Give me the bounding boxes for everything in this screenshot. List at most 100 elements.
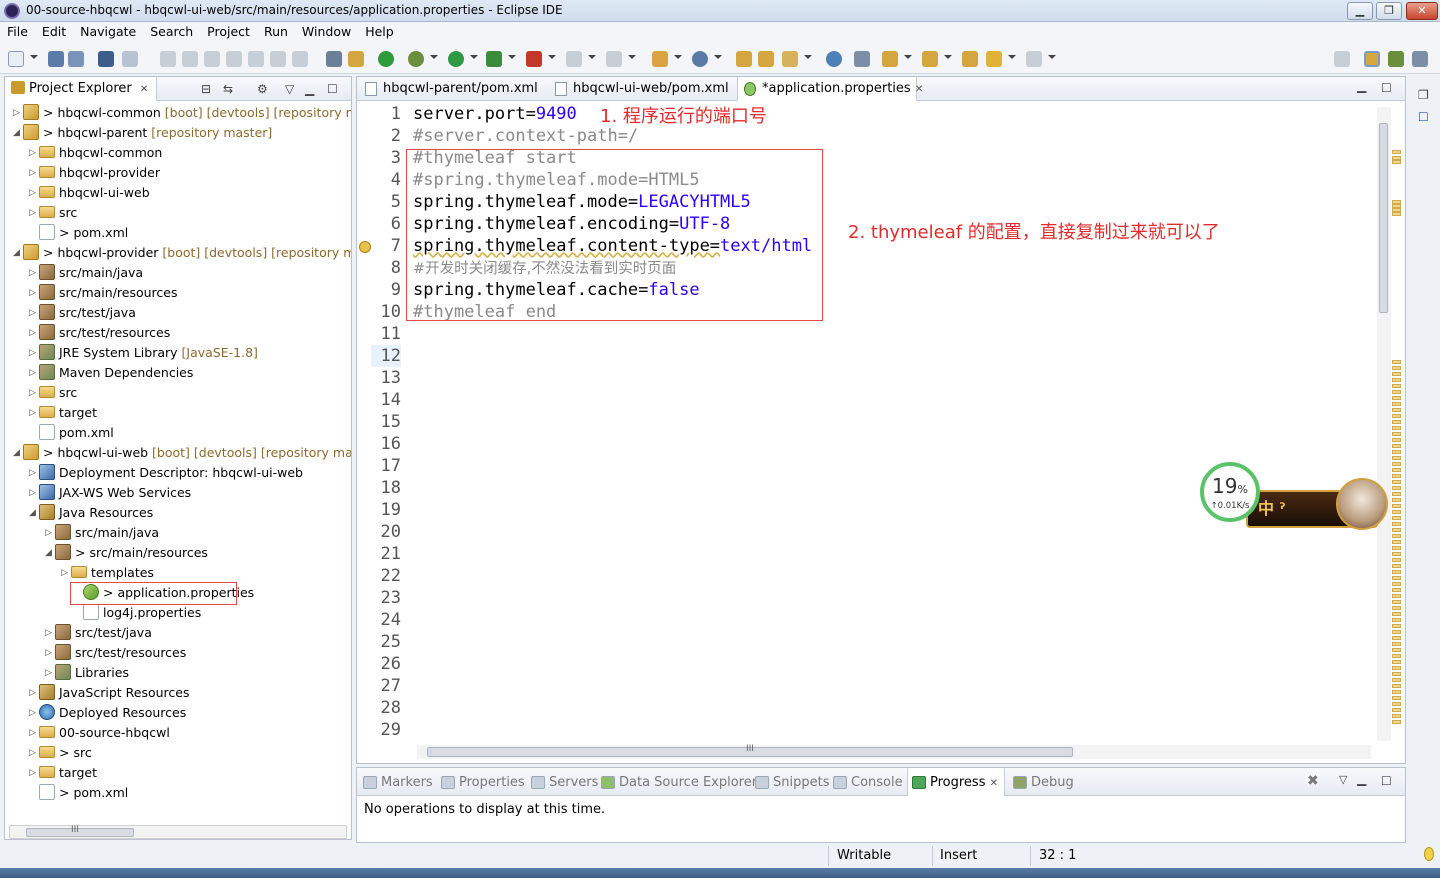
- overview-marker[interactable]: [1392, 372, 1401, 376]
- overview-marker[interactable]: [1392, 624, 1401, 628]
- expand-toggle-icon[interactable]: ▷: [45, 663, 55, 683]
- next-annotation-icon[interactable]: [882, 51, 898, 67]
- overview-marker[interactable]: [1392, 426, 1401, 430]
- expand-toggle-icon[interactable]: ▷: [45, 623, 55, 643]
- overview-marker[interactable]: [1392, 432, 1401, 436]
- overview-marker[interactable]: [1392, 150, 1401, 154]
- overview-marker[interactable]: [1392, 696, 1401, 700]
- annotation-dropdown-icon[interactable]: [804, 55, 812, 59]
- expand-toggle-icon[interactable]: ▷: [29, 323, 39, 343]
- expand-toggle-icon[interactable]: ▷: [13, 103, 23, 123]
- link-with-editor-icon[interactable]: ⇆: [223, 82, 233, 96]
- view-menu-icon[interactable]: ▽: [1339, 773, 1347, 786]
- terminal-icon[interactable]: [98, 51, 114, 67]
- editor-horizontal-scrollbar[interactable]: III: [417, 744, 1371, 759]
- overview-marker[interactable]: [1392, 666, 1401, 670]
- tab-properties[interactable]: Properties: [441, 768, 525, 796]
- tree-item[interactable]: ▷ hbqcwl-ui-web: [29, 183, 150, 203]
- code-line[interactable]: [413, 411, 1363, 433]
- restore-button[interactable]: ❐: [1376, 2, 1402, 20]
- spring-boot-icon[interactable]: [378, 51, 394, 67]
- tree-item[interactable]: ▷ src: [29, 203, 77, 223]
- step-into-icon[interactable]: [270, 51, 286, 67]
- code-line[interactable]: [413, 719, 1363, 741]
- tree-item[interactable]: > pom.xml: [29, 223, 128, 243]
- expand-toggle-icon[interactable]: ◢: [13, 123, 23, 143]
- overview-marker[interactable]: [1392, 534, 1401, 538]
- tree-item[interactable]: ▷ Deployed Resources: [29, 703, 186, 723]
- tip-lightbulb-icon[interactable]: [1424, 847, 1434, 861]
- open-type-icon[interactable]: [326, 51, 342, 67]
- publish-dropdown-icon[interactable]: [628, 55, 636, 59]
- expand-toggle-icon[interactable]: ▷: [29, 483, 39, 503]
- run-dropdown-icon[interactable]: [470, 55, 478, 59]
- overview-marker[interactable]: [1392, 672, 1401, 676]
- tab-project-explorer[interactable]: Project Explorer ✕: [5, 77, 158, 101]
- last-edit-icon[interactable]: [962, 51, 978, 67]
- code-line[interactable]: [413, 543, 1363, 565]
- tree-item[interactable]: ▷ src/main/resources: [29, 283, 177, 303]
- code-line[interactable]: [413, 631, 1363, 653]
- tab-data-source-explorer[interactable]: Data Source Explorer: [601, 768, 757, 796]
- code-line[interactable]: [413, 565, 1363, 587]
- code-line[interactable]: [413, 587, 1363, 609]
- expand-toggle-icon[interactable]: ▷: [29, 683, 39, 703]
- tree-item[interactable]: ▷ Libraries: [45, 663, 129, 683]
- overview-marker[interactable]: [1392, 450, 1401, 454]
- expand-toggle-icon[interactable]: ▷: [29, 283, 39, 303]
- overview-marker[interactable]: [1392, 384, 1401, 388]
- terminate-icon[interactable]: [226, 51, 242, 67]
- code-line[interactable]: [413, 389, 1363, 411]
- code-line[interactable]: #server.context-path=/: [413, 125, 1363, 147]
- menu-navigate[interactable]: Navigate: [73, 22, 143, 41]
- tree-item[interactable]: ▷ > hbqcwl-common [boot] [devtools] [repo…: [13, 103, 351, 123]
- overview-marker[interactable]: [1392, 420, 1401, 424]
- overview-marker[interactable]: [1392, 378, 1401, 382]
- tree-item[interactable]: ◢ > src/main/resources: [45, 543, 208, 563]
- overview-marker[interactable]: [1392, 618, 1401, 622]
- debug-icon[interactable]: [408, 51, 424, 67]
- tree-item[interactable]: log4j.properties: [73, 603, 201, 623]
- overview-marker[interactable]: [1392, 408, 1401, 412]
- prev-annotation-icon[interactable]: [922, 51, 938, 67]
- overview-marker[interactable]: [1392, 396, 1401, 400]
- stop-dropdown-icon[interactable]: [588, 55, 596, 59]
- tab-console[interactable]: Console: [833, 768, 903, 796]
- suspend-icon[interactable]: [204, 51, 220, 67]
- forward-dropdown-icon[interactable]: [1048, 55, 1056, 59]
- expand-toggle-icon[interactable]: ▷: [45, 643, 55, 663]
- editor-hscroll-thumb[interactable]: III: [427, 744, 1073, 757]
- resume-icon[interactable]: [182, 51, 198, 67]
- overview-marker[interactable]: [1392, 660, 1401, 664]
- external-tools-icon[interactable]: [526, 51, 542, 67]
- tab-ui-web-pom[interactable]: hbqcwl-ui-web/pom.xml: [549, 77, 735, 101]
- overview-marker[interactable]: [1392, 160, 1401, 164]
- expand-toggle-icon[interactable]: ◢: [13, 243, 23, 263]
- overview-marker[interactable]: [1392, 360, 1401, 364]
- expand-toggle-icon[interactable]: ▷: [29, 143, 39, 163]
- expand-toggle-icon[interactable]: ▷: [45, 523, 55, 543]
- tree-item[interactable]: ◢ > hbqcwl-ui-web [boot] [devtools] [repo…: [13, 443, 351, 463]
- run-server-icon[interactable]: [486, 51, 502, 67]
- open-project-icon[interactable]: [758, 51, 774, 67]
- overview-marker[interactable]: [1392, 684, 1401, 688]
- code-line[interactable]: [413, 345, 1363, 367]
- tree-item[interactable]: ◢ Java Resources: [29, 503, 153, 523]
- menu-window[interactable]: Window: [295, 22, 358, 41]
- menu-run[interactable]: Run: [257, 22, 295, 41]
- run-server-dropdown-icon[interactable]: [508, 55, 516, 59]
- tree-item[interactable]: ▷ src/main/java: [45, 523, 159, 543]
- new-server-dropdown-icon[interactable]: [674, 55, 682, 59]
- tree-item[interactable]: ▷ src/test/java: [45, 623, 152, 643]
- overview-marker[interactable]: [1392, 402, 1401, 406]
- menu-search[interactable]: Search: [143, 22, 200, 41]
- collapse-all-icon[interactable]: ⊟: [201, 82, 211, 96]
- menu-project[interactable]: Project: [200, 22, 257, 41]
- editor-vscroll-thumb[interactable]: [1379, 123, 1388, 313]
- minimize-view-icon[interactable]: ▁: [305, 82, 314, 96]
- close-button[interactable]: ✕: [1406, 2, 1438, 20]
- back-icon[interactable]: [986, 51, 1002, 67]
- warning-marker-icon[interactable]: [359, 241, 371, 253]
- expand-toggle-icon[interactable]: ▷: [29, 763, 39, 783]
- expand-toggle-icon[interactable]: ▷: [29, 343, 39, 363]
